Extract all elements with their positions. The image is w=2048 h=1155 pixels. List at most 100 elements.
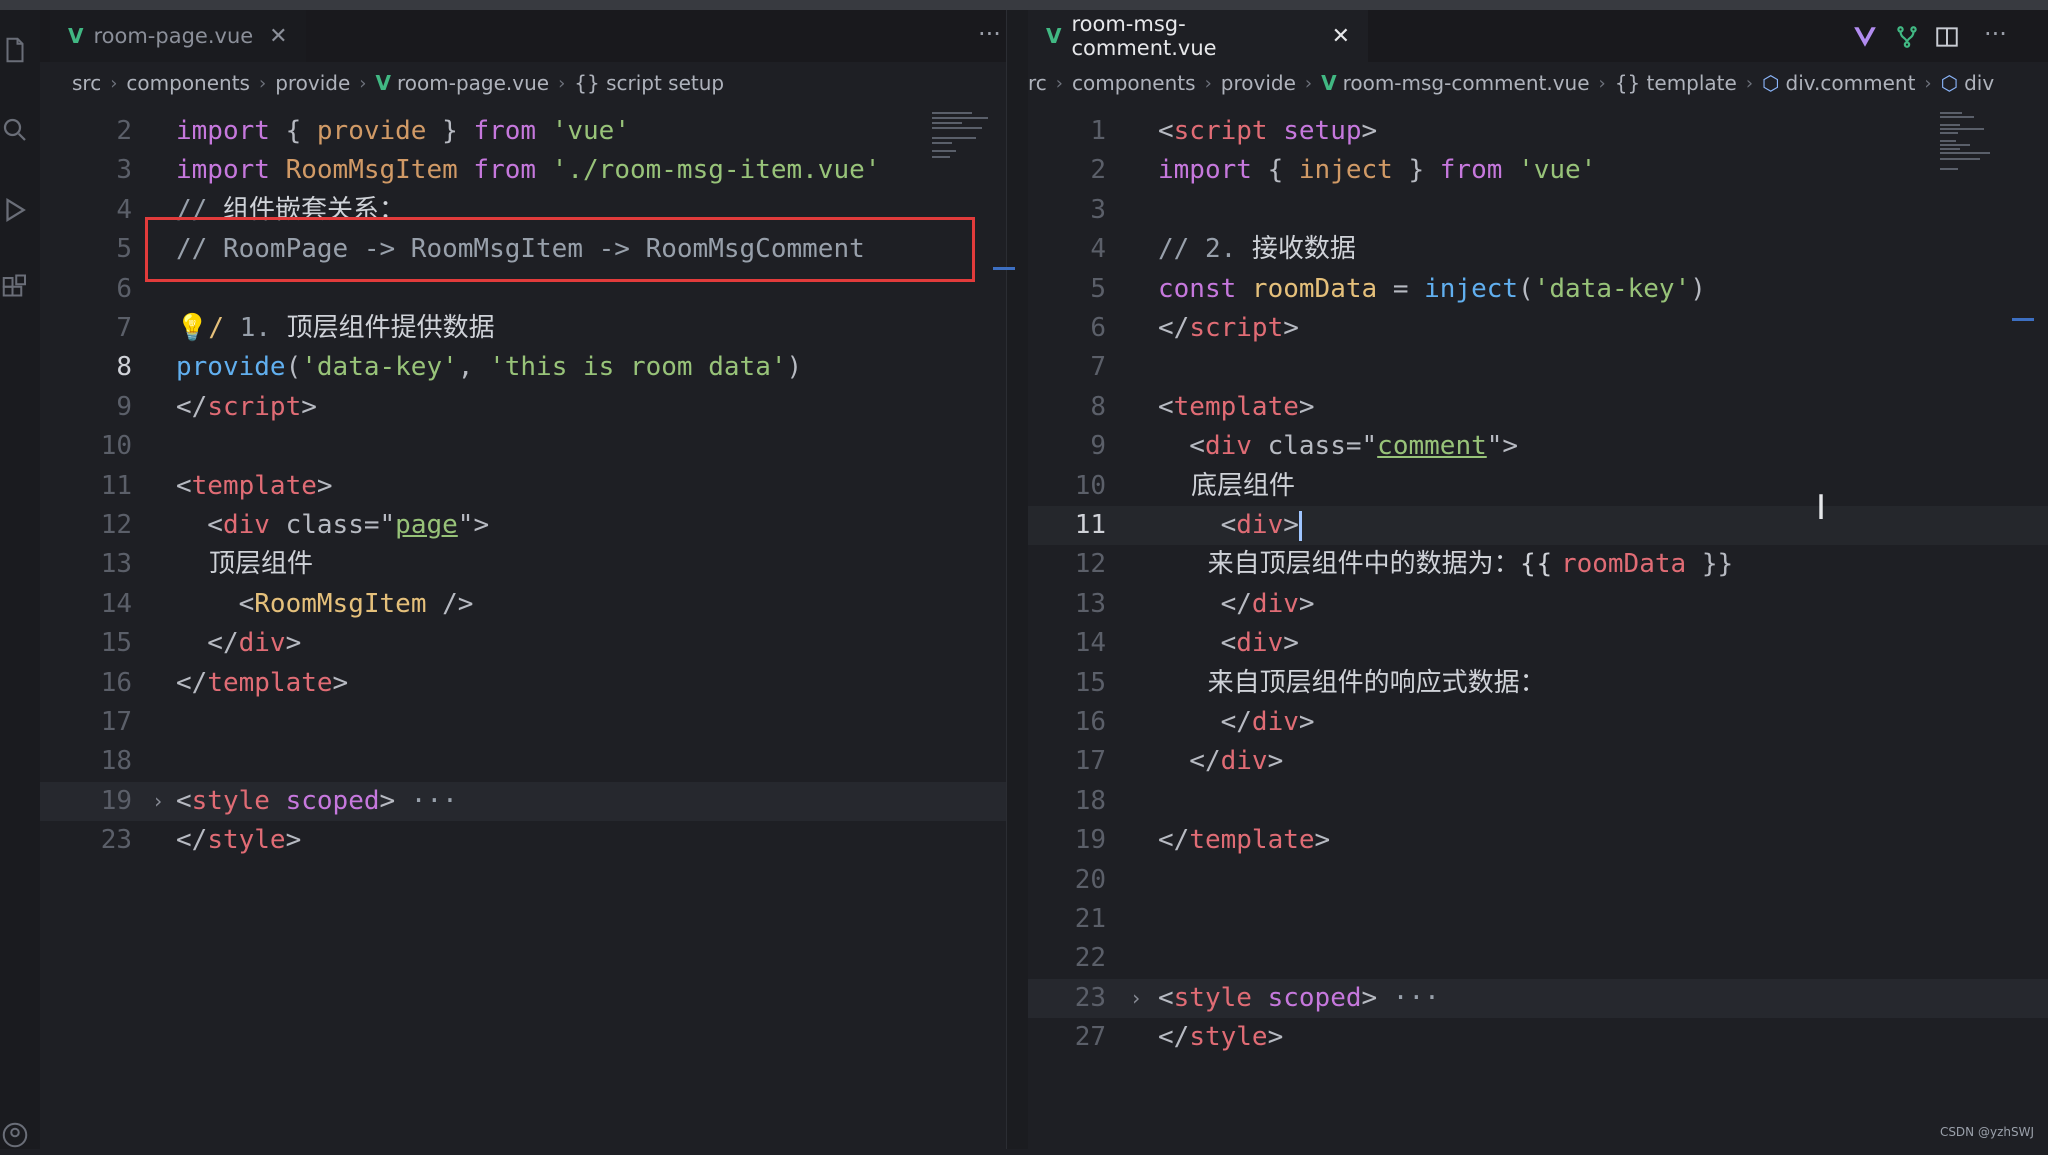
code-line[interactable]: 8 <template> xyxy=(1028,388,2048,427)
close-icon[interactable]: ✕ xyxy=(269,24,287,49)
breadcrumb-item[interactable]: ⬡ div.comment xyxy=(1762,71,1915,95)
code-line[interactable]: 15 </div> xyxy=(40,624,1006,663)
files-icon[interactable] xyxy=(0,30,40,70)
code-line[interactable]: 3 import RoomMsgItem from './room-msg-ite… xyxy=(40,151,1006,190)
code-line[interactable]: 22 xyxy=(1028,939,2048,978)
fold-chevron-icon[interactable]: › xyxy=(1130,979,1142,1018)
code-line[interactable]: 19 </template> xyxy=(1028,821,2048,860)
code-text: // 2. 接收数据 xyxy=(1158,230,1356,269)
code-line[interactable]: 11 <div> xyxy=(1028,506,2048,545)
line-number: 11 xyxy=(100,470,132,501)
code-line[interactable]: 8 provide('data-key', 'this is room data'… xyxy=(40,348,1006,387)
code-line[interactable]: 2 import { provide } from 'vue' xyxy=(40,112,1006,151)
code-token: import xyxy=(176,155,286,186)
breadcrumb-item[interactable]: components xyxy=(126,71,250,95)
line-number: 22 xyxy=(1074,943,1106,974)
code-token: script xyxy=(207,391,302,422)
run-debug-icon[interactable] xyxy=(0,190,40,230)
source-control-icon[interactable] xyxy=(1894,24,1920,50)
split-editor-icon[interactable] xyxy=(1934,24,1960,50)
account-icon[interactable] xyxy=(0,1115,40,1155)
code-line[interactable]: 15 来自顶层组件的响应式数据： xyxy=(1028,664,2048,703)
code-line[interactable]: 14 <RoomMsgItem /> xyxy=(40,585,1006,624)
code-line[interactable]: 3 xyxy=(1028,191,2048,230)
right-editor-pane: V room-msg-comment.vue ✕ ··· rc › componen… xyxy=(1028,10,2048,1149)
code-line[interactable]: 4 // 2. 接收数据 xyxy=(1028,230,2048,269)
code-line[interactable]: 16 </template> xyxy=(40,664,1006,703)
breadcrumb-item[interactable]: rc xyxy=(1028,71,1047,95)
vue-file-icon: V xyxy=(375,71,391,95)
tab-room-page[interactable]: V room-page.vue ✕ xyxy=(50,10,306,62)
breadcrumb-item[interactable]: src xyxy=(72,71,101,95)
code-line[interactable]: 6 </script> xyxy=(1028,309,2048,348)
code-line[interactable]: 11 <template> xyxy=(40,467,1006,506)
breadcrumb-item[interactable]: provide xyxy=(275,71,350,95)
code-line[interactable]: 9 <div class="comment"> xyxy=(1028,427,2048,466)
code-token: inject xyxy=(1424,273,1519,304)
pane-divider[interactable] xyxy=(993,10,1029,1149)
code-line[interactable]: 13 顶层组件 xyxy=(40,545,1006,584)
code-line[interactable]: 17 </div> xyxy=(1028,742,2048,781)
code-text: </script> xyxy=(1158,309,1299,348)
code-line[interactable]: 16 </div> xyxy=(1028,703,2048,742)
code-line[interactable]: 9 </script> xyxy=(40,388,1006,427)
code-line[interactable]: 2 import { inject } from 'vue' xyxy=(1028,151,2048,190)
breadcrumb-item[interactable]: {} template xyxy=(1615,71,1737,95)
breadcrumb-item[interactable]: Vroom-msg-comment.vue xyxy=(1321,71,1589,95)
more-actions-icon[interactable]: ··· xyxy=(1984,20,2007,48)
more-actions-icon[interactable]: ··· xyxy=(978,20,1001,48)
code-line[interactable]: 5 const roomData = inject('data-key') xyxy=(1028,270,2048,309)
code-line[interactable]: 20 xyxy=(1028,861,2048,900)
code-token: < xyxy=(176,588,255,619)
line-number: 19 xyxy=(1074,825,1106,856)
line-number: 20 xyxy=(1074,864,1106,895)
minimap[interactable] xyxy=(932,110,998,170)
code-text: <div class="page"> xyxy=(176,506,489,545)
line-number: 12 xyxy=(100,510,132,540)
tab-room-msg-comment[interactable]: V room-msg-comment.vue ✕ xyxy=(1028,10,1368,62)
code-line[interactable]: 7 xyxy=(1028,348,2048,387)
code-line[interactable]: 10 xyxy=(40,427,1006,466)
vue-devtools-icon[interactable] xyxy=(1852,24,1878,50)
code-token: = xyxy=(1392,273,1425,304)
code-token: div xyxy=(1251,588,1299,619)
code-line[interactable]: 21 xyxy=(1028,900,2048,939)
code-token: 'data-key' xyxy=(1533,273,1691,304)
minimap[interactable] xyxy=(1940,110,2010,180)
line-number: 7 xyxy=(1090,352,1106,383)
code-line[interactable]: 19 › <style scoped> ··· xyxy=(40,781,1006,821)
search-icon[interactable] xyxy=(0,110,40,150)
vue-file-icon: V xyxy=(1321,71,1337,95)
code-line[interactable]: 7 💡/ 1. 顶层组件提供数据 xyxy=(40,309,1006,348)
highlight-box xyxy=(145,217,975,282)
breadcrumb-item[interactable]: Vroom-page.vue xyxy=(376,71,550,95)
code-line[interactable]: 1 <script setup> xyxy=(1028,112,2048,151)
code-line[interactable]: 23 › <style scoped> ··· xyxy=(1028,978,2048,1018)
breadcrumb-item[interactable]: ⬡ div xyxy=(1941,71,1995,95)
code-line[interactable]: 18 xyxy=(40,742,1006,781)
code-line[interactable]: 13 </div> xyxy=(1028,585,2048,624)
code-line[interactable]: 23 </style> xyxy=(40,821,1006,860)
code-line[interactable]: 12 来自顶层组件中的数据为：{{ roomData }} xyxy=(1028,545,2048,584)
code-token: style xyxy=(1173,982,1268,1013)
code-token: > xyxy=(1283,313,1299,343)
code-line[interactable]: 12 <div class="page"> xyxy=(40,506,1006,545)
code-line[interactable]: 14 <div> xyxy=(1028,624,2048,663)
code-line[interactable]: 27 </style> xyxy=(1028,1018,2048,1057)
code-token: > xyxy=(1267,1022,1284,1053)
code-line[interactable]: 10 底层组件 xyxy=(1028,467,2048,506)
breadcrumb-item[interactable]: {} script setup xyxy=(574,71,724,95)
line-number: 4 xyxy=(1090,234,1106,265)
extensions-icon[interactable] xyxy=(0,268,40,308)
breadcrumb-label: {} template xyxy=(1614,71,1737,95)
breadcrumb-separator-icon: › xyxy=(110,72,118,94)
fold-chevron-icon[interactable]: › xyxy=(152,782,164,821)
code-line[interactable]: 18 xyxy=(1028,782,2048,821)
code-token: "> xyxy=(457,510,490,540)
close-icon[interactable]: ✕ xyxy=(1332,24,1350,49)
breadcrumb-item[interactable]: provide xyxy=(1221,71,1296,95)
code-token: </ xyxy=(1158,746,1221,777)
code-line[interactable]: 17 xyxy=(40,703,1006,742)
breadcrumb-item[interactable]: components xyxy=(1072,71,1196,95)
code-text: import RoomMsgItem from './room-msg-item… xyxy=(176,151,880,190)
